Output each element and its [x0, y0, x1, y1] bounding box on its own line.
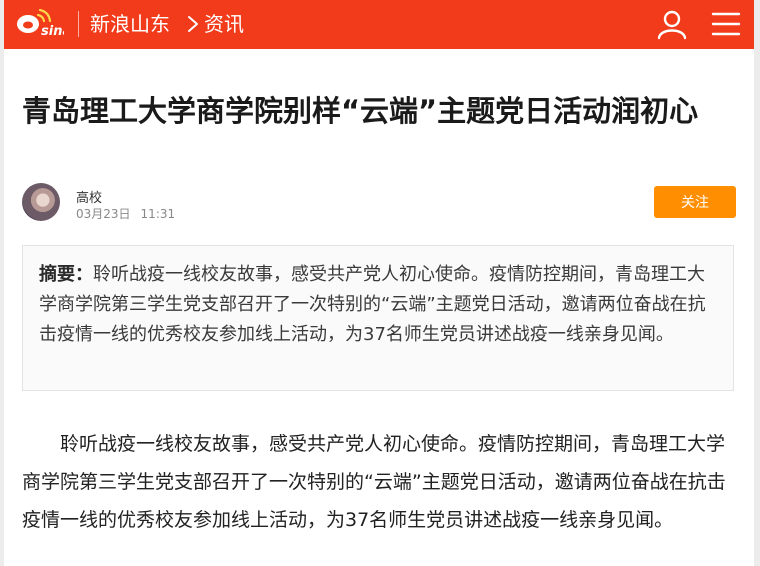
user-icon[interactable] [656, 8, 688, 40]
article-page: sina 新浪山东 资讯 青岛理工大学商学院别样“云端”主题党日活动润初心 高校… [4, 0, 754, 566]
summary-label: 摘要： [39, 264, 93, 285]
menu-icon[interactable] [710, 8, 742, 40]
chevron-right-icon [188, 16, 198, 32]
publish-clock: 11:31 [140, 207, 176, 221]
article-summary: 摘要：聆听战疫一线校友故事，感受共产党人初心使命。疫情防控期间，青岛理工大学商学… [22, 245, 734, 391]
author-avatar[interactable] [22, 183, 60, 221]
svg-text:sina: sina [41, 24, 64, 39]
header-divider [78, 11, 79, 37]
sina-logo-icon[interactable]: sina [14, 9, 64, 39]
section-link[interactable]: 资讯 [204, 10, 244, 38]
summary-text: 聆听战疫一线校友故事，感受共产党人初心使命。疫情防控期间，青岛理工大学商学院第三… [39, 264, 706, 345]
follow-button[interactable]: 关注 [654, 186, 736, 218]
publish-date: 03月23日 [76, 207, 131, 221]
publish-time: 03月23日 11:31 [76, 205, 175, 222]
article-paragraph: 聆听战疫一线校友故事，感受共产党人初心使命。疫情防控期间，青岛理工大学商学院第三… [22, 433, 726, 531]
site-header: sina 新浪山东 资讯 [4, 0, 754, 49]
author-name[interactable]: 高校 [76, 187, 102, 206]
article-title: 青岛理工大学商学院别样“云端”主题党日活动润初心 [22, 94, 699, 128]
channel-link[interactable]: 新浪山东 [90, 10, 170, 38]
